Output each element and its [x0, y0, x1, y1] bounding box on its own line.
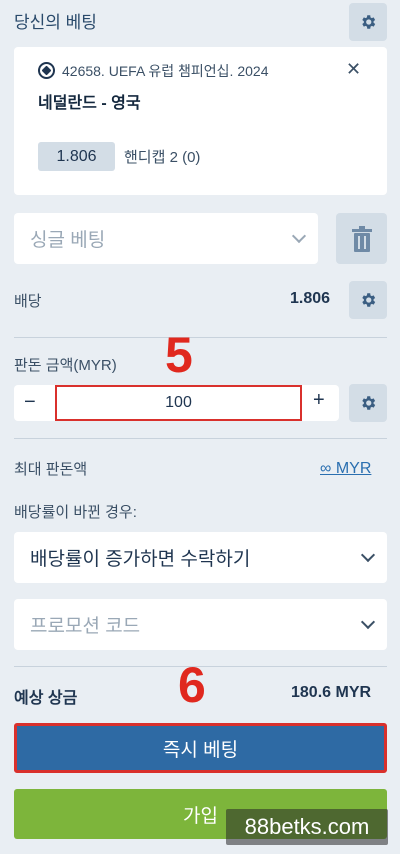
clear-betslip-button[interactable] — [336, 213, 387, 264]
place-bet-button[interactable]: 즉시 베팅 — [14, 723, 387, 773]
bet-card: 42658. UEFA 유럽 챔피언십. 2024 ✕ 네덜란드 - 영국 1.… — [14, 47, 387, 195]
stake-label: 판돈 금액(MYR) — [14, 357, 117, 374]
divider — [14, 438, 387, 439]
market-name: 핸디캡 2 (0) — [124, 149, 201, 166]
step-marker-6: 6 — [178, 657, 206, 713]
watermark: 88betks.com — [226, 809, 388, 845]
max-stake-label: 최대 판돈액 — [14, 461, 88, 478]
stake-increase-button[interactable]: + — [313, 389, 325, 412]
odds-change-value: 배당률이 증가하면 수락하기 — [30, 549, 251, 570]
stake-input[interactable]: 100 — [55, 385, 302, 421]
stake-decrease-button[interactable]: − — [24, 391, 36, 414]
step-marker-5: 5 — [165, 327, 193, 383]
odds-value: 1.806 — [290, 290, 331, 307]
odds-settings-button[interactable] — [349, 281, 387, 319]
odds-change-select[interactable]: 배당률이 증가하면 수락하기 — [14, 532, 387, 583]
odds-label: 배당 — [14, 293, 42, 310]
chevron-down-icon — [360, 547, 376, 563]
divider — [14, 337, 387, 338]
promo-code-select[interactable]: 프로모션 코드 — [14, 599, 387, 650]
odds-change-label: 배당률이 바뀐 경우: — [14, 504, 137, 521]
chevron-down-icon — [291, 228, 307, 244]
stake-settings-button[interactable] — [349, 384, 387, 422]
bet-type-select[interactable]: 싱글 베팅 — [14, 213, 318, 264]
max-stake-link[interactable]: ∞ MYR — [320, 460, 371, 478]
gear-icon — [362, 396, 376, 410]
selection-odds: 1.806 — [38, 142, 115, 171]
bet-type-value: 싱글 베팅 — [30, 230, 106, 251]
potential-payout-label: 예상 상금 — [14, 690, 78, 707]
remove-bet-icon[interactable]: ✕ — [346, 59, 361, 80]
trash-icon — [351, 225, 372, 252]
betslip-title: 당신의 베팅 — [14, 13, 97, 32]
gear-icon — [362, 293, 376, 307]
settings-button[interactable] — [349, 3, 387, 41]
potential-payout-value: 180.6 MYR — [291, 684, 372, 701]
chevron-down-icon — [360, 614, 376, 630]
soccer-ball-icon — [38, 62, 55, 79]
match-name: 네덜란드 - 영국 — [38, 95, 141, 112]
promo-code-placeholder: 프로모션 코드 — [30, 616, 141, 637]
gear-icon — [362, 15, 376, 29]
event-title: 42658. UEFA 유럽 챔피언십. 2024 — [62, 63, 269, 79]
